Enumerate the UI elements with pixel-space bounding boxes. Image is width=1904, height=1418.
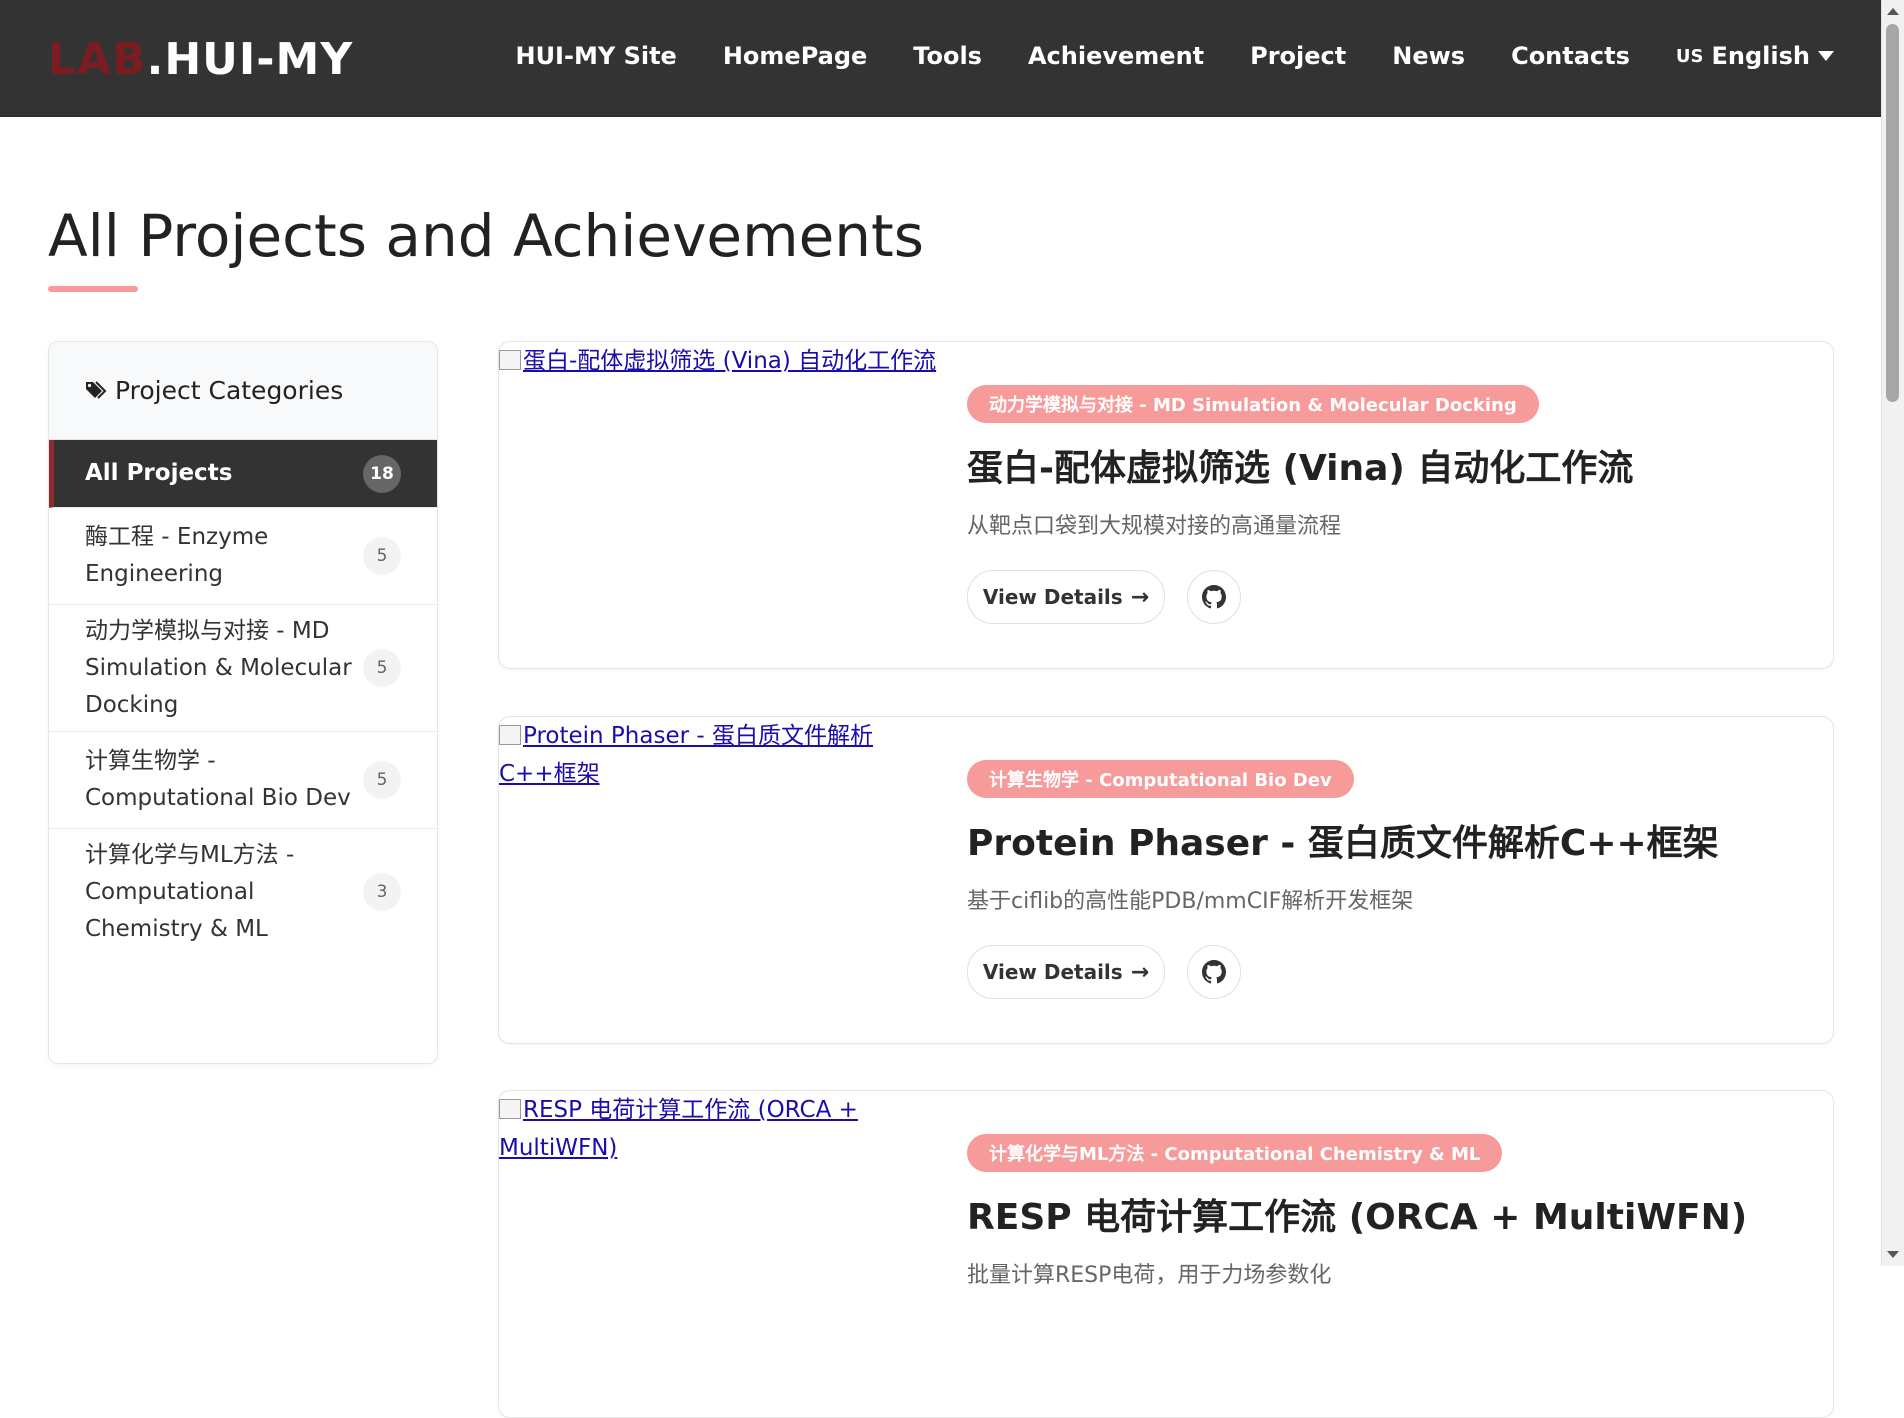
project-card: 蛋白-配体虚拟筛选 (Vina) 自动化工作流 动力学模拟与对接 - MD Si… [498,341,1834,669]
page-title: All Projects and Achievements [48,202,925,270]
caret-down-icon [1818,51,1834,61]
view-details-button[interactable]: View Details → [967,945,1165,999]
nav-link-huimy-site[interactable]: HUI-MY Site [515,42,676,70]
project-description: 批量计算RESP电荷，用于力场参数化 [967,1263,1332,1288]
scroll-thumb[interactable] [1886,24,1899,402]
view-details-button[interactable]: View Details → [967,570,1165,624]
nav-link-achievement[interactable]: Achievement [1028,42,1204,70]
project-image-alt: RESP 电荷计算工作流 (ORCA + MultiWFN) [499,1097,858,1161]
category-count-badge: 5 [363,761,401,799]
view-details-label: View Details [982,585,1123,609]
github-button[interactable] [1187,945,1241,999]
project-image-link[interactable]: Protein Phaser - 蛋白质文件解析C++框架 [499,717,939,793]
project-card: Protein Phaser - 蛋白质文件解析C++框架 计算生物学 - Co… [498,716,1834,1044]
project-image-link[interactable]: 蛋白-配体虚拟筛选 (Vina) 自动化工作流 [499,342,939,380]
project-card: RESP 电荷计算工作流 (ORCA + MultiWFN) 计算化学与ML方法… [498,1090,1834,1418]
brand-accent: LAB [48,34,147,85]
nav-link-news[interactable]: News [1392,42,1465,70]
category-label: 酶工程 - Enzyme Engineering [85,524,269,587]
site-brand[interactable]: LAB.HUI-MY [48,34,353,86]
project-description: 从靶点口袋到大规模对接的高通量流程 [967,514,1342,539]
category-label: 计算生物学 - Computational Bio Dev [85,748,351,811]
project-title[interactable]: RESP 电荷计算工作流 (ORCA + MultiWFN) [967,1193,1747,1243]
category-count-badge: 5 [363,649,401,687]
arrow-right-icon: → [1130,959,1150,985]
project-image-alt: Protein Phaser - 蛋白质文件解析C++框架 [499,723,873,787]
nav-link-contacts[interactable]: Contacts [1511,42,1630,70]
category-label: 计算化学与ML方法 - Computational Chemistry & ML [85,841,295,942]
category-count-badge: 18 [363,454,401,493]
categories-header-label: Project Categories [115,376,344,405]
scroll-down-arrow-icon[interactable] [1887,1251,1899,1258]
category-all-projects[interactable]: All Projects 18 [49,440,437,508]
broken-image-icon [499,350,521,370]
github-icon [1202,585,1226,609]
category-computational-bio-dev[interactable]: 计算生物学 - Computational Bio Dev 5 [49,732,437,829]
view-details-label: View Details [982,960,1123,984]
nav-menu: HUI-MY Site HomePage Tools Achievement P… [469,36,1834,76]
page-scrollbar[interactable] [1881,0,1904,1266]
categories-header: Project Categories [49,342,437,440]
project-category-pill: 计算化学与ML方法 - Computational Chemistry & ML [967,1134,1503,1172]
language-label: English [1711,42,1810,70]
broken-image-icon [499,725,521,745]
project-categories-panel: Project Categories All Projects 18 酶工程 -… [48,341,438,1064]
us-flag-icon: US [1675,45,1704,67]
github-button[interactable] [1187,570,1241,624]
project-category-pill: 计算生物学 - Computational Bio Dev [967,760,1354,798]
category-enzyme-engineering[interactable]: 酶工程 - Enzyme Engineering 5 [49,508,437,605]
category-count-badge: 3 [363,873,401,911]
tags-icon [86,380,107,399]
broken-image-icon [499,1099,521,1119]
category-label: 动力学模拟与对接 - MD Simulation & Molecular Doc… [85,617,352,718]
project-title[interactable]: Protein Phaser - 蛋白质文件解析C++框架 [967,819,1719,869]
category-md-simulation-docking[interactable]: 动力学模拟与对接 - MD Simulation & Molecular Doc… [49,605,437,732]
scroll-up-arrow-icon[interactable] [1887,8,1899,15]
nav-link-project[interactable]: Project [1250,42,1346,70]
project-image-alt: 蛋白-配体虚拟筛选 (Vina) 自动化工作流 [523,348,937,374]
brand-main: .HUI-MY [146,34,354,85]
category-computational-chemistry-ml[interactable]: 计算化学与ML方法 - Computational Chemistry & ML… [49,829,437,955]
project-description: 基于ciflib的高性能PDB/mmCIF解析开发框架 [967,889,1414,914]
arrow-right-icon: → [1130,584,1150,610]
project-image-link[interactable]: RESP 电荷计算工作流 (ORCA + MultiWFN) [499,1091,939,1167]
project-title[interactable]: 蛋白-配体虚拟筛选 (Vina) 自动化工作流 [967,444,1633,494]
nav-link-tools[interactable]: Tools [913,42,982,70]
category-label: All Projects [85,460,233,486]
title-underline [48,286,138,292]
github-icon [1202,960,1226,984]
language-dropdown[interactable]: US English [1676,42,1834,70]
category-count-badge: 5 [363,537,401,575]
top-navbar: LAB.HUI-MY HUI-MY Site HomePage Tools Ac… [0,0,1882,117]
project-category-pill: 动力学模拟与对接 - MD Simulation & Molecular Doc… [967,385,1539,423]
nav-link-homepage[interactable]: HomePage [723,42,867,70]
